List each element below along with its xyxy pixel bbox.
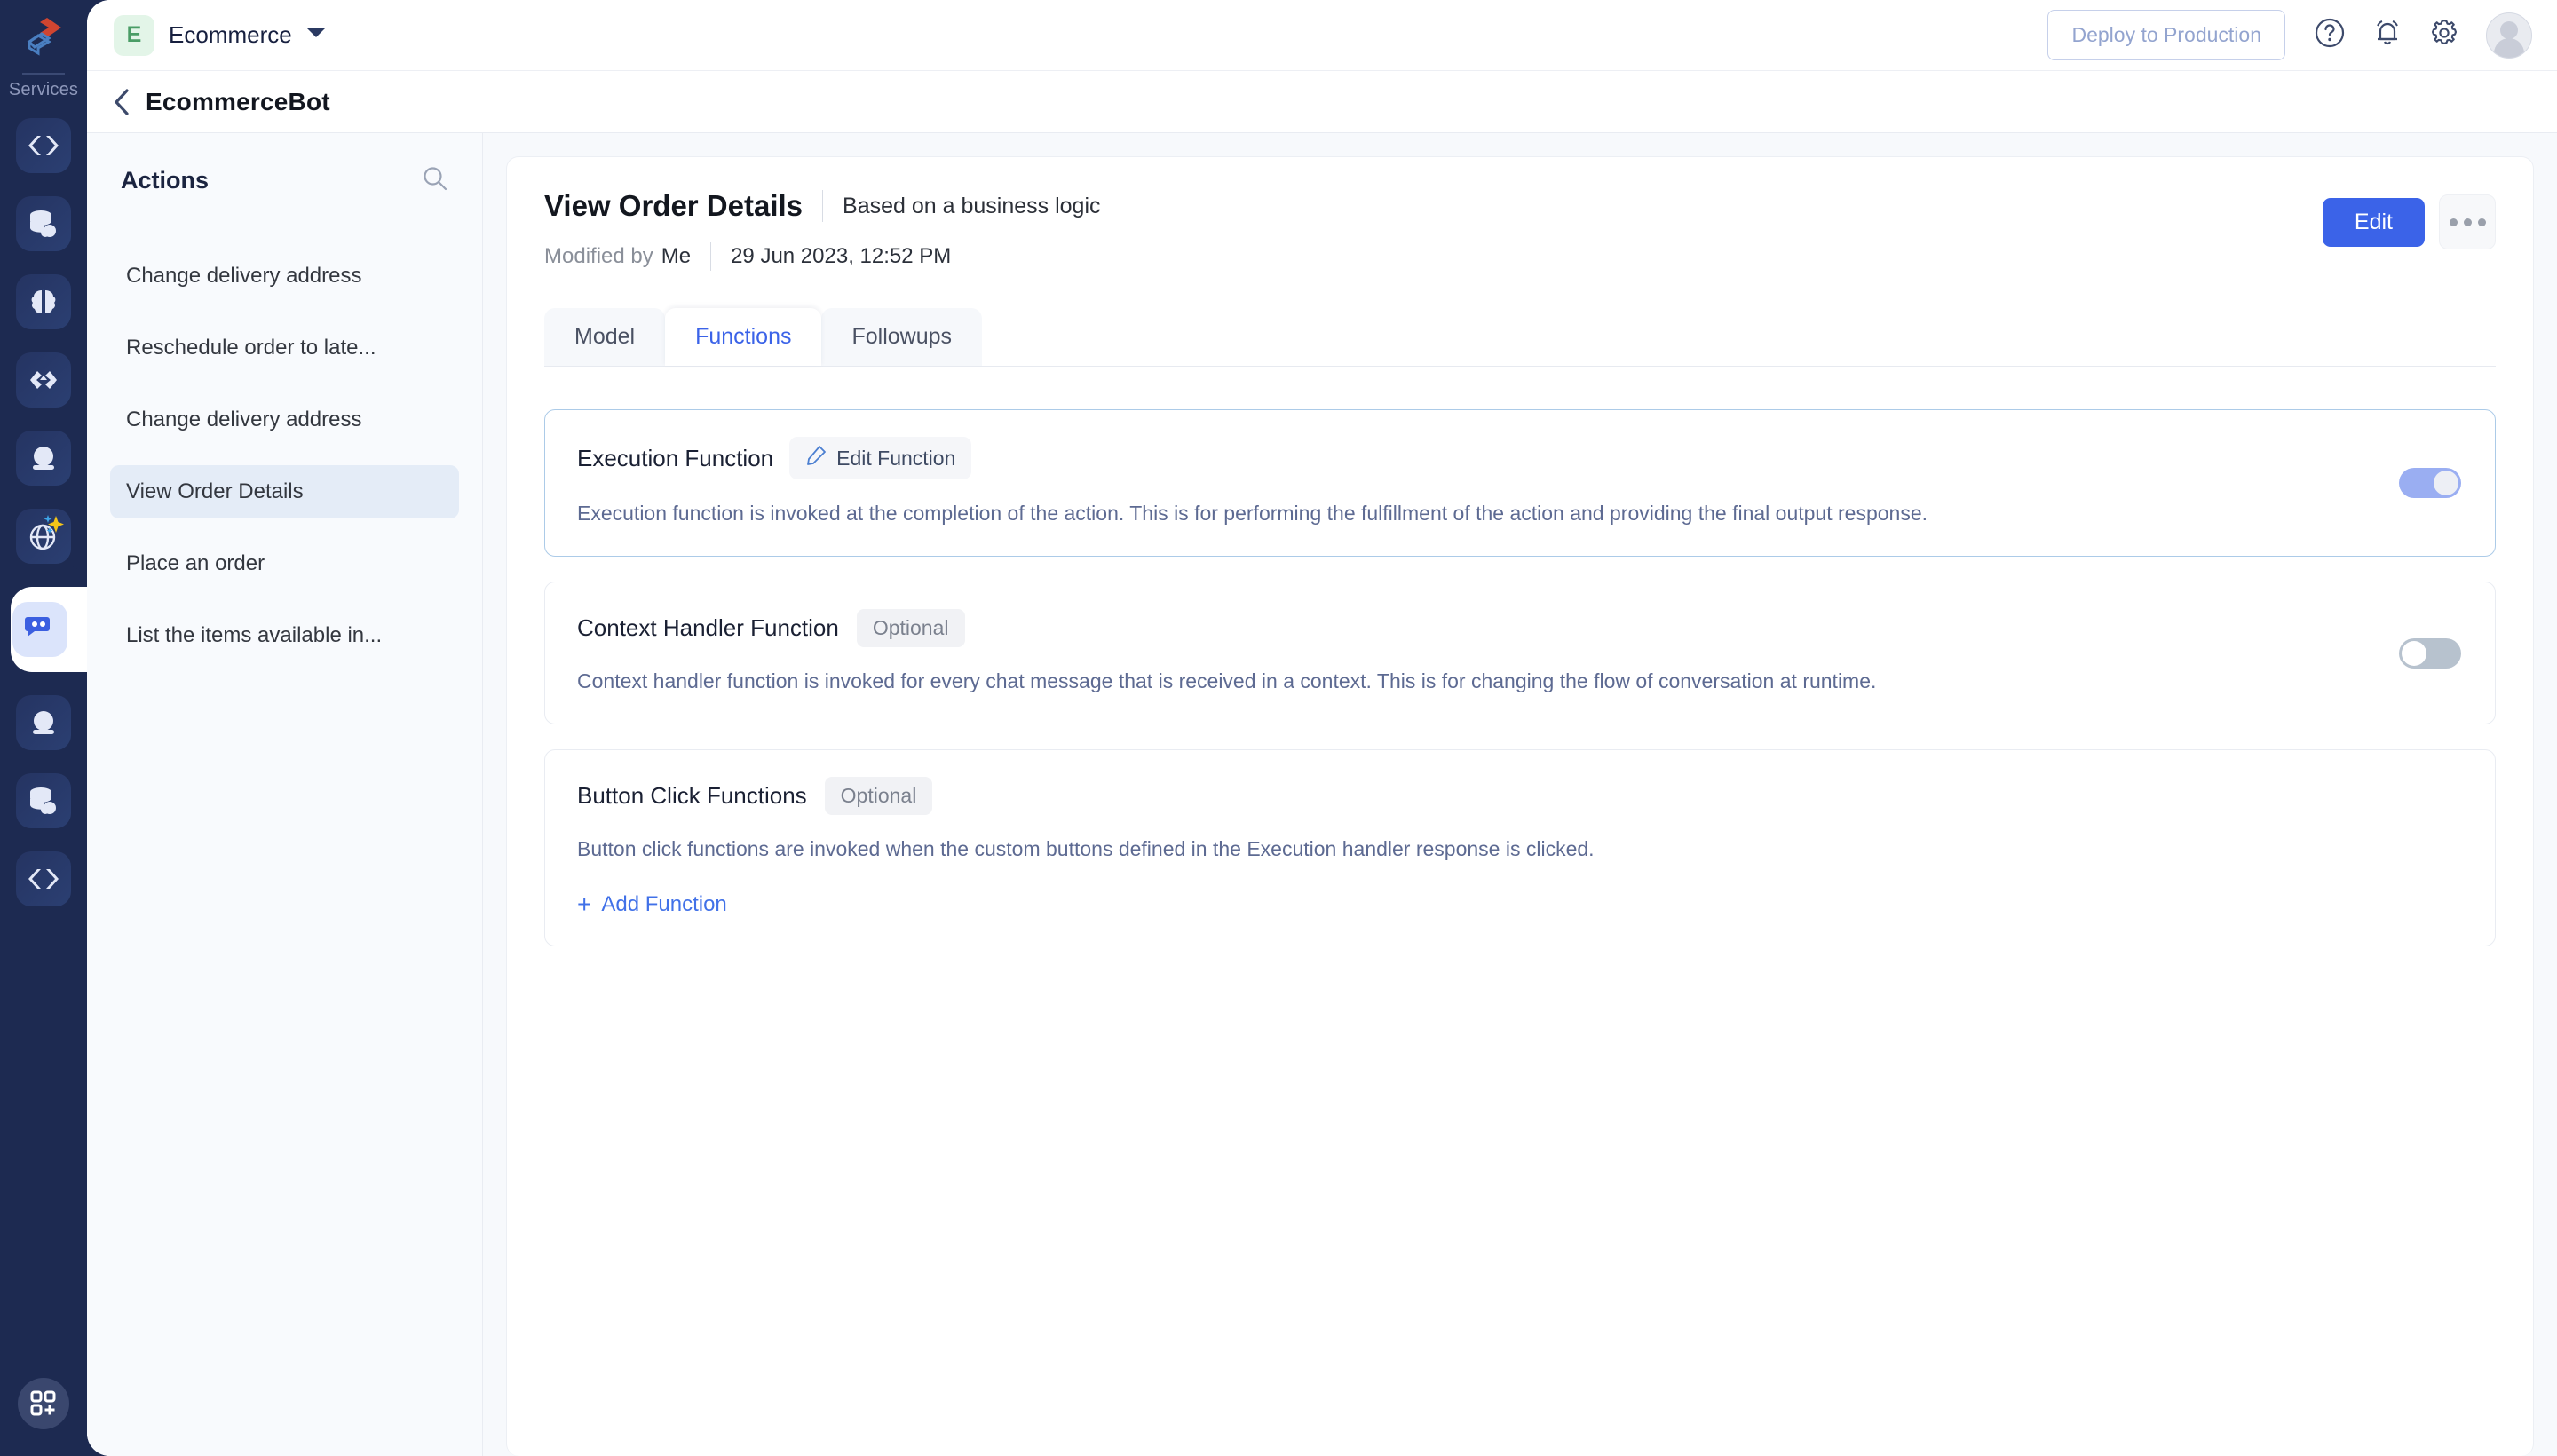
detail-pane: View Order Details Based on a business l…: [483, 133, 2557, 1456]
workspace-name: Ecommerce: [169, 21, 292, 48]
service-code[interactable]: [16, 118, 71, 173]
service-conversations[interactable]: [16, 695, 71, 750]
edit-function-label: Edit Function: [836, 446, 956, 470]
top-bar: E Ecommerce Deploy to Production: [87, 0, 2557, 71]
workspace-avatar: E: [114, 14, 154, 56]
chat-dots-icon: [25, 614, 55, 645]
code-brackets-icon: [28, 867, 59, 890]
service-globe-ai[interactable]: [16, 509, 71, 564]
list-item-selected[interactable]: View Order Details: [110, 465, 459, 518]
list-item[interactable]: List the items available in...: [110, 609, 459, 662]
tab-model[interactable]: Model: [544, 308, 666, 366]
edit-button[interactable]: Edit: [2322, 197, 2425, 247]
avatar[interactable]: [2486, 12, 2532, 59]
left-nav-rail: Services: [0, 0, 87, 1456]
actions-header: Actions: [87, 165, 482, 196]
actions-title: Actions: [121, 167, 210, 194]
context-handler-toggle[interactable]: [2399, 637, 2461, 669]
service-integrations[interactable]: [16, 352, 71, 408]
execution-function-toggle[interactable]: [2399, 468, 2461, 499]
execution-function-card: Execution Function Edit Function Executi…: [544, 409, 2496, 558]
database-cloud-icon: [28, 210, 59, 238]
tab-bar: Model Functions Followups: [544, 308, 2496, 366]
database-cloud-icon: [28, 787, 59, 815]
app-root: Services E Ecommerce Deploy to Productio…: [0, 0, 2557, 1456]
detail-title: View Order Details: [544, 189, 804, 222]
add-function-button[interactable]: + Add Function: [577, 890, 2463, 918]
rail-bottom: [0, 1378, 87, 1429]
modified-date: 29 Jun 2023, 12:52 PM: [731, 244, 952, 268]
context-handler-card: Context Handler Function Optional Contex…: [544, 582, 2496, 725]
grid-plus-icon[interactable]: [18, 1378, 69, 1429]
divider: [822, 190, 824, 222]
brand-logo-icon[interactable]: [0, 0, 87, 69]
actions-panel: Actions Change delivery address Reschedu…: [87, 133, 483, 1456]
gear-icon[interactable]: [2429, 18, 2459, 52]
pencil-icon: [805, 445, 827, 471]
modified-by: Me: [661, 244, 692, 268]
bell-icon[interactable]: [2372, 17, 2403, 53]
link-nodes-icon: [28, 368, 59, 392]
card-title: Execution Function: [577, 444, 774, 471]
deploy-to-production-button[interactable]: Deploy to Production: [2047, 10, 2285, 60]
ellipsis-icon[interactable]: [2439, 194, 2496, 249]
list-item[interactable]: Reschedule order to late...: [110, 321, 459, 375]
plus-icon: +: [577, 890, 592, 918]
globe-sparkle-icon: [28, 515, 64, 551]
optional-badge: Optional: [824, 777, 933, 816]
list-item[interactable]: Place an order: [110, 537, 459, 590]
card-title: Context Handler Function: [577, 614, 839, 642]
service-database[interactable]: [16, 196, 71, 251]
divider: [710, 242, 712, 271]
rail-services-label: Services: [8, 80, 79, 99]
list-item[interactable]: Change delivery address: [110, 393, 459, 447]
list-item[interactable]: Change delivery address: [110, 249, 459, 303]
edit-function-button[interactable]: Edit Function: [789, 437, 972, 479]
topbar-icon-group: [2314, 12, 2532, 59]
service-developer[interactable]: [16, 851, 71, 906]
code-brackets-icon: [28, 134, 59, 157]
service-chat[interactable]: [16, 431, 71, 486]
brain-icon: [29, 288, 58, 316]
chevron-left-icon[interactable]: [114, 88, 130, 115]
actions-list: Change delivery address Reschedule order…: [87, 249, 482, 662]
chat-bubble-icon: [29, 445, 58, 471]
rail-divider: [22, 73, 65, 75]
card-title: Button Click Functions: [577, 782, 807, 810]
detail-header: View Order Details Based on a business l…: [544, 189, 2496, 271]
rail-items: [0, 118, 87, 906]
search-icon[interactable]: [422, 165, 448, 196]
chat-bubble-icon: [29, 709, 58, 736]
help-circle-icon[interactable]: [2314, 17, 2346, 53]
tab-functions[interactable]: Functions: [665, 308, 822, 366]
add-function-label: Add Function: [601, 891, 727, 916]
detail-subtitle: Based on a business logic: [843, 193, 1101, 218]
service-ai[interactable]: [16, 274, 71, 329]
main-shell: E Ecommerce Deploy to Production Ecommer…: [87, 0, 2557, 1456]
tab-followups[interactable]: Followups: [821, 308, 983, 366]
card-description: Button click functions are invoked when …: [577, 837, 1595, 861]
breadcrumb: EcommerceBot: [87, 71, 2557, 133]
card-description: Execution function is invoked at the com…: [577, 502, 1928, 525]
modified-label: Modified by: [544, 244, 653, 268]
service-data[interactable]: [16, 773, 71, 828]
chevron-down-icon[interactable]: [306, 27, 326, 44]
optional-badge: Optional: [856, 609, 965, 648]
body: Actions Change delivery address Reschedu…: [87, 133, 2557, 1456]
service-bots[interactable]: [0, 566, 87, 693]
card-description: Context handler function is invoked for …: [577, 669, 1877, 693]
detail-panel: View Order Details Based on a business l…: [506, 156, 2534, 1456]
button-click-functions-card: Button Click Functions Optional Button c…: [544, 749, 2496, 946]
functions-cards: Execution Function Edit Function Executi…: [544, 367, 2496, 946]
page-title: EcommerceBot: [146, 87, 330, 115]
